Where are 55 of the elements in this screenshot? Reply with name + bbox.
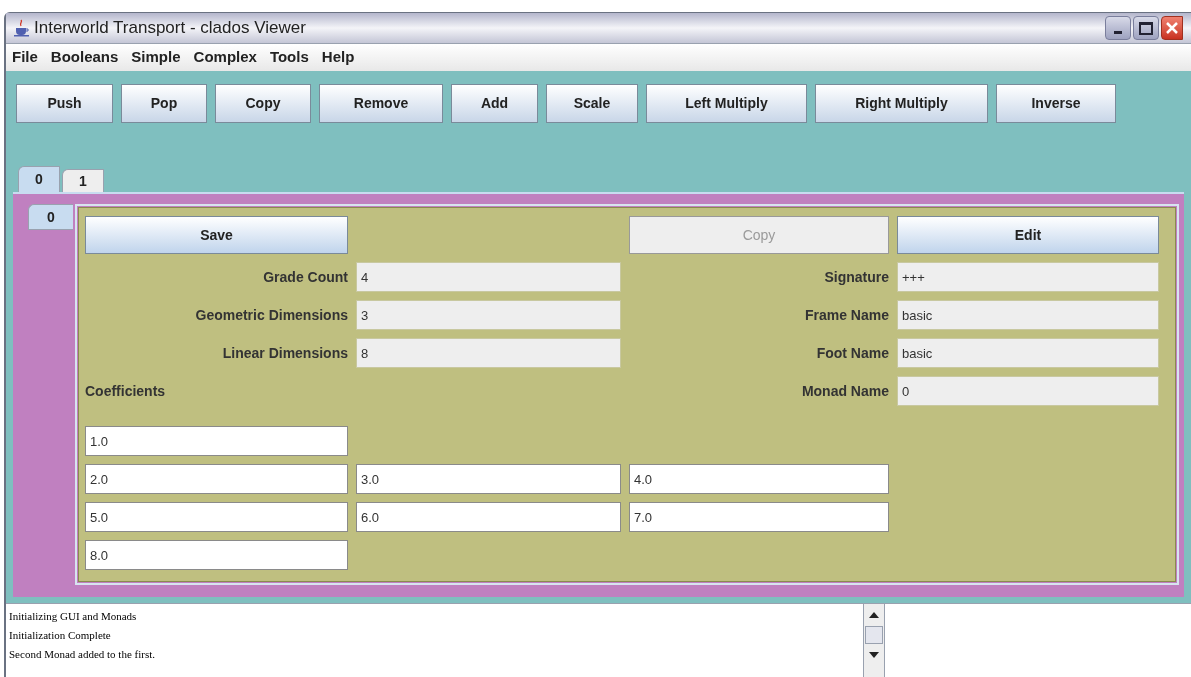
input-field[interactable]: 3.0 xyxy=(356,464,621,494)
toolbar-button[interactable]: Pop xyxy=(121,84,207,123)
toolbar-button[interactable]: Inverse xyxy=(996,84,1116,123)
field-label: Foot Name xyxy=(815,343,889,363)
input-field[interactable]: 4.0 xyxy=(629,464,889,494)
toolbar-button[interactable]: Copy xyxy=(215,84,311,123)
input-field[interactable]: 5.0 xyxy=(85,502,348,532)
tab[interactable]: 0 xyxy=(18,166,60,192)
menu-item[interactable]: File xyxy=(12,46,38,69)
tab[interactable]: 0 xyxy=(28,204,73,230)
scrollbar[interactable] xyxy=(864,604,884,677)
toolbar-button[interactable]: Remove xyxy=(319,84,443,123)
panel-button: Copy xyxy=(629,216,889,254)
input-field[interactable]: 3 xyxy=(356,300,621,330)
field-label: Geometric Dimensions xyxy=(194,305,348,325)
field-label: Signature xyxy=(823,267,889,287)
menu-item[interactable]: Help xyxy=(321,46,355,69)
close-button[interactable] xyxy=(1161,16,1183,40)
input-field[interactable]: 8.0 xyxy=(85,540,348,570)
input-field[interactable]: 8 xyxy=(356,338,621,368)
field-label: Linear Dimensions xyxy=(221,343,348,363)
toolbar-button[interactable]: Add xyxy=(451,84,538,123)
field-label: Monad Name xyxy=(800,381,889,401)
menu-item[interactable]: Complex xyxy=(193,46,257,69)
menu-item[interactable]: Booleans xyxy=(50,46,119,69)
field-label: Frame Name xyxy=(803,305,889,325)
input-field[interactable]: 4 xyxy=(356,262,621,292)
field-label: Grade Count xyxy=(262,267,348,287)
window-title: Interworld Transport - clados Viewer xyxy=(34,17,306,40)
menu-item[interactable]: Tools xyxy=(269,46,309,69)
coefficients-label: Coefficients xyxy=(85,381,167,401)
menu-item[interactable]: Simple xyxy=(131,46,181,69)
log-line: Initialization Complete xyxy=(9,628,112,643)
input-field[interactable]: 6.0 xyxy=(356,502,621,532)
coffee-cup-icon xyxy=(14,19,30,37)
toolbar-button[interactable]: Scale xyxy=(546,84,638,123)
input-field[interactable]: +++ xyxy=(897,262,1159,292)
close-icon xyxy=(1165,21,1179,35)
toolbar-button[interactable]: Left Multiply xyxy=(646,84,807,123)
minimize-button[interactable] xyxy=(1105,16,1131,40)
log-line: Second Monad added to the first. xyxy=(9,647,157,662)
panel-button[interactable]: Save xyxy=(85,216,348,254)
input-field[interactable]: basic xyxy=(897,338,1159,368)
panel-button[interactable]: Edit xyxy=(897,216,1159,254)
log-line: Initializing GUI and Monads xyxy=(9,609,138,624)
input-field[interactable]: 2.0 xyxy=(85,464,348,494)
maximize-button[interactable] xyxy=(1133,16,1159,40)
input-field[interactable]: basic xyxy=(897,300,1159,330)
scroll-thumb[interactable] xyxy=(865,626,883,644)
input-field[interactable]: 1.0 xyxy=(85,426,348,456)
input-field[interactable]: 7.0 xyxy=(629,502,889,532)
toolbar-button[interactable]: Push xyxy=(16,84,113,123)
input-field[interactable]: 0 xyxy=(897,376,1159,406)
tab[interactable]: 1 xyxy=(62,169,104,192)
toolbar-button[interactable]: Right Multiply xyxy=(815,84,988,123)
